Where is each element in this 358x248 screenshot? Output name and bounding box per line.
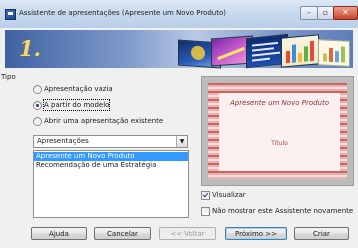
dropdown-arrow-icon[interactable]: ▼ xyxy=(176,136,187,147)
window-title: Assistente de apresentações (Apresente u… xyxy=(19,9,226,17)
radio-button[interactable] xyxy=(33,85,42,94)
close-button[interactable]: ✕ xyxy=(333,6,358,20)
maximize-button[interactable]: ▫ xyxy=(317,6,334,20)
list-item[interactable]: Recomendação de uma Estratégia xyxy=(34,161,188,170)
template-list[interactable]: Apresente um Novo Produto Recomendação d… xyxy=(33,150,189,218)
wizard-window: Assistente de apresentações (Apresente u… xyxy=(0,0,358,248)
type-group-label: Tipo xyxy=(1,73,16,81)
preview-checkbox-label: Visualizar xyxy=(212,191,246,199)
template-category-select[interactable]: Apresentações ▼ xyxy=(33,135,188,148)
template-category-value: Apresentações xyxy=(37,137,89,145)
radio-button[interactable] xyxy=(33,117,42,126)
header-decor-chart-slide xyxy=(281,34,319,68)
radio-button-selected[interactable] xyxy=(33,101,42,110)
create-button[interactable]: Criar xyxy=(294,227,349,240)
help-button[interactable]: Ajuda xyxy=(31,227,87,240)
list-item[interactable]: Apresente um Novo Produto xyxy=(34,152,188,161)
radio-label: Apresentação vazia xyxy=(44,85,113,93)
preview-slide-subtitle: Título xyxy=(271,140,288,147)
step-number: 1. xyxy=(19,36,41,61)
next-button[interactable]: Próximo >> xyxy=(225,227,287,240)
impress-app-icon xyxy=(5,9,16,20)
preview-slide-title: Apresente um Novo Produto xyxy=(229,99,330,107)
wizard-header-banner: 1. xyxy=(5,30,353,69)
dont-show-checkbox-label: Não mostrar este Assistente novamente xyxy=(212,207,354,215)
back-button[interactable]: << Voltar xyxy=(159,227,216,240)
minimize-button[interactable]: – xyxy=(300,6,318,20)
dont-show-checkbox[interactable] xyxy=(201,207,210,216)
radio-label: A partir do modelo xyxy=(42,99,111,111)
cancel-button[interactable]: Cancelar xyxy=(94,227,151,240)
preview-slide-panel: Apresente um Novo Produto Título xyxy=(219,93,340,171)
preview-checkbox[interactable] xyxy=(201,191,210,200)
preview-slide: Apresente um Novo Produto Título xyxy=(208,83,347,179)
template-preview: Apresente um Novo Produto Título xyxy=(201,76,354,186)
header-decor-slide-5 xyxy=(318,39,350,67)
title-bar[interactable]: Assistente de apresentações (Apresente u… xyxy=(0,0,358,28)
radio-label: Abrir uma apresentação existente xyxy=(44,117,164,125)
